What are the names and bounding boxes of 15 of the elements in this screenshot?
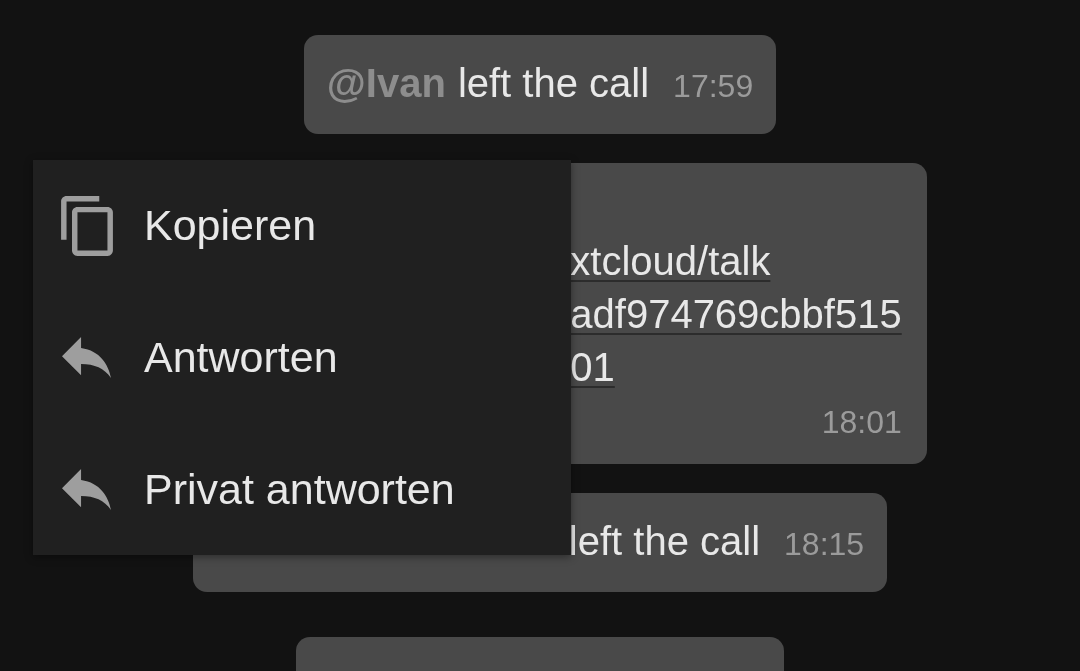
reply-icon [62,337,111,378]
mention: @Ivan [326,61,446,105]
link[interactable]: xtcloud/talk [570,235,771,288]
menu-item[interactable]: Privat antworten [33,423,571,555]
menu-item[interactable]: Antworten [33,291,571,424]
link[interactable]: 01 [570,341,615,394]
timestamp: 17:59 [673,67,754,106]
message-text: left the call [457,61,650,105]
link[interactable]: adf974769cbbf515 [570,288,902,341]
timestamp: 18:01 [821,403,902,442]
timestamp: 18:15 [784,525,865,564]
message-text: left the call [568,519,761,563]
copy-icon [60,195,113,256]
menu-item[interactable]: Kopieren [33,160,571,292]
reply-icon [62,468,111,510]
